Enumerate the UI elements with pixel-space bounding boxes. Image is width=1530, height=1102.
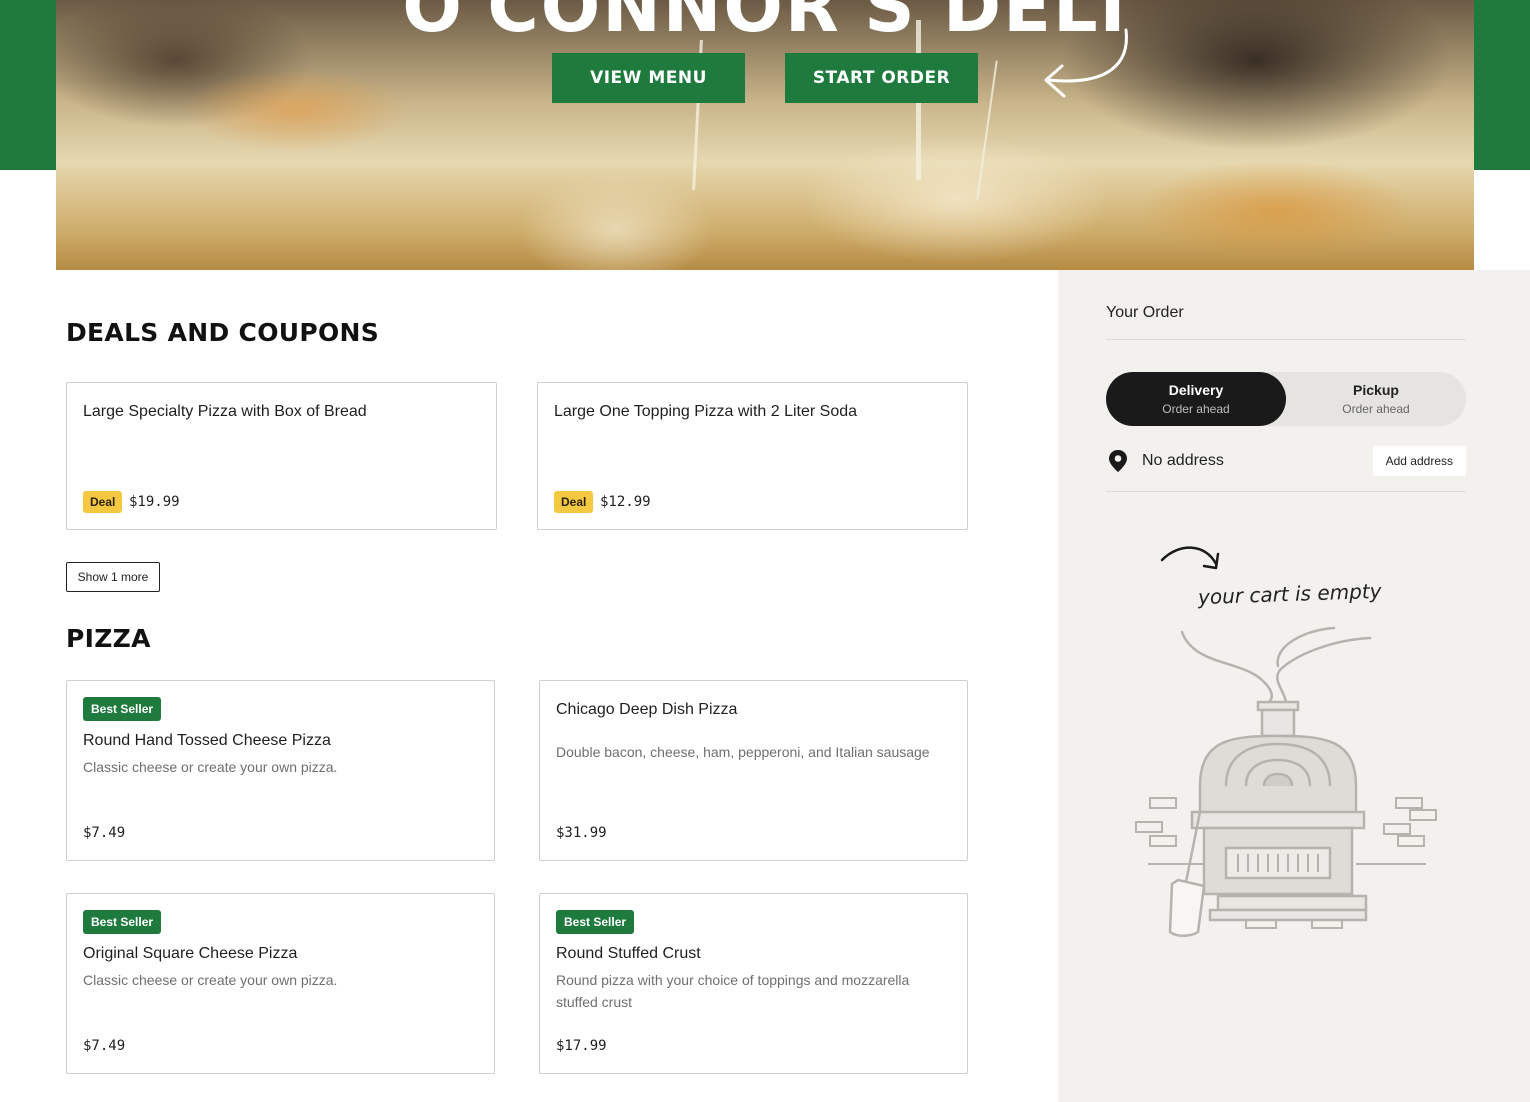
curved-arrow-icon: [1160, 546, 1220, 570]
restaurant-title: O'CONNOR'S DELI: [402, 0, 1128, 48]
pickup-option[interactable]: Pickup Order ahead: [1286, 372, 1466, 426]
menu-item-name: Round Hand Tossed Cheese Pizza: [83, 732, 331, 749]
best-seller-badge: Best Seller: [83, 910, 162, 934]
menu-item-price: $7.49: [83, 1038, 126, 1054]
deal-card[interactable]: Large One Topping Pizza with 2 Liter Sod…: [537, 382, 968, 530]
menu-item-description: Classic cheese or create your own pizza.: [83, 972, 338, 988]
menu-item-name: Round Stuffed Crust: [556, 945, 701, 962]
show-more-button[interactable]: Show 1 more: [66, 562, 160, 592]
deal-badge: Deal: [83, 491, 123, 513]
deal-name: Large Specialty Pizza with Box of Bread: [83, 403, 367, 420]
page: O'CONNOR'S DELI VIEW MENU START ORDER DE…: [0, 0, 1530, 1102]
best-seller-badge: Best Seller: [556, 910, 635, 934]
menu-item-description: Classic cheese or create your own pizza.: [83, 759, 338, 775]
pizza-oven-icon: [1135, 626, 1437, 937]
empty-cart-text: your cart is empty: [1197, 578, 1382, 610]
menu-item-price: $7.49: [83, 825, 126, 841]
location-pin-icon: [1109, 450, 1127, 472]
add-address-button[interactable]: Add address: [1372, 446, 1466, 476]
deal-price: $19.99: [129, 494, 180, 510]
deal-price: $12.99: [600, 494, 651, 510]
menu-item-card[interactable]: Best Seller Original Square Cheese Pizza…: [66, 893, 495, 1074]
menu-item-name: Original Square Cheese Pizza: [83, 945, 298, 962]
pickup-label: Pickup: [1353, 382, 1399, 398]
start-order-button[interactable]: START ORDER: [785, 53, 978, 103]
hero-banner: O'CONNOR'S DELI VIEW MENU START ORDER: [56, 0, 1474, 270]
menu-item-price: $31.99: [556, 825, 607, 841]
delivery-option[interactable]: Delivery Order ahead: [1106, 372, 1286, 426]
delivery-label: Delivery: [1168, 382, 1224, 398]
deal-card[interactable]: Large Specialty Pizza with Box of Bread …: [66, 382, 497, 530]
delivery-sub: Order ahead: [1162, 402, 1230, 416]
order-sidebar: Your Order Delivery Order ahead Pickup O…: [1058, 270, 1530, 1102]
view-menu-button[interactable]: VIEW MENU: [552, 53, 745, 103]
cheese-string-decoration: [976, 60, 998, 200]
menu-item-name: Chicago Deep Dish Pizza: [556, 701, 738, 718]
pizza-section-title: PIZZA: [66, 624, 151, 653]
divider: [1106, 491, 1466, 492]
menu-item-description: Double bacon, cheese, ham, pepperoni, an…: [556, 744, 930, 760]
divider: [1106, 339, 1466, 340]
deal-badge: Deal: [554, 491, 594, 513]
best-seller-badge: Best Seller: [83, 697, 162, 721]
deals-section-title: DEALS AND COUPONS: [66, 318, 380, 347]
pickup-sub: Order ahead: [1342, 402, 1410, 416]
menu-item-card[interactable]: Best Seller Round Stuffed Crust Round pi…: [539, 893, 968, 1074]
deal-name: Large One Topping Pizza with 2 Liter Sod…: [554, 403, 858, 420]
fulfillment-toggle: Delivery Order ahead Pickup Order ahead: [1106, 372, 1466, 426]
address-row: No address Add address: [1106, 446, 1466, 476]
your-order-title: Your Order: [1106, 304, 1184, 321]
menu-item-price: $17.99: [556, 1038, 607, 1054]
no-address-text: No address: [1142, 452, 1224, 469]
curved-arrow-icon: [1044, 28, 1128, 98]
menu-item-card[interactable]: Best Seller Round Hand Tossed Cheese Piz…: [66, 680, 495, 861]
menu-item-card[interactable]: Chicago Deep Dish Pizza Double bacon, ch…: [539, 680, 968, 861]
menu-item-description: Round pizza with your choice of toppings…: [556, 972, 910, 1010]
